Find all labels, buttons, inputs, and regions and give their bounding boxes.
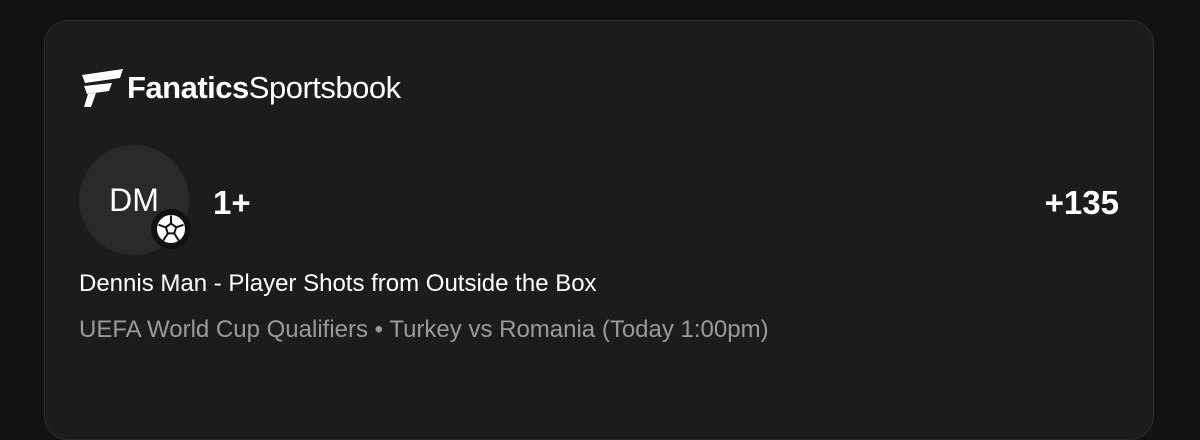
matchup-time: Turkey vs Romania (Today 1:00pm)	[389, 316, 769, 343]
brand-name-light: Sportsbook	[248, 70, 401, 105]
odds-button[interactable]: +135	[1045, 183, 1119, 223]
market-title: Dennis Man - Player Shots from Outside t…	[79, 270, 597, 297]
separator-dot: •	[374, 316, 384, 343]
competition-name: UEFA World Cup Qualifiers	[79, 316, 368, 343]
brand-header: FanaticsSportsbook	[79, 65, 401, 111]
fanatics-logo-icon	[82, 69, 123, 107]
sport-badge	[151, 209, 191, 249]
bet-line: 1+	[213, 184, 251, 221]
soccer-ball-icon	[156, 214, 186, 244]
bet-card[interactable]: FanaticsSportsbook DM 1+ +135 Dennis Man…	[44, 20, 1154, 440]
event-details: UEFA World Cup Qualifiers • Turkey vs Ro…	[79, 315, 769, 345]
brand-name: FanaticsSportsbook	[127, 65, 401, 111]
brand-name-bold: Fanatics	[127, 70, 249, 105]
